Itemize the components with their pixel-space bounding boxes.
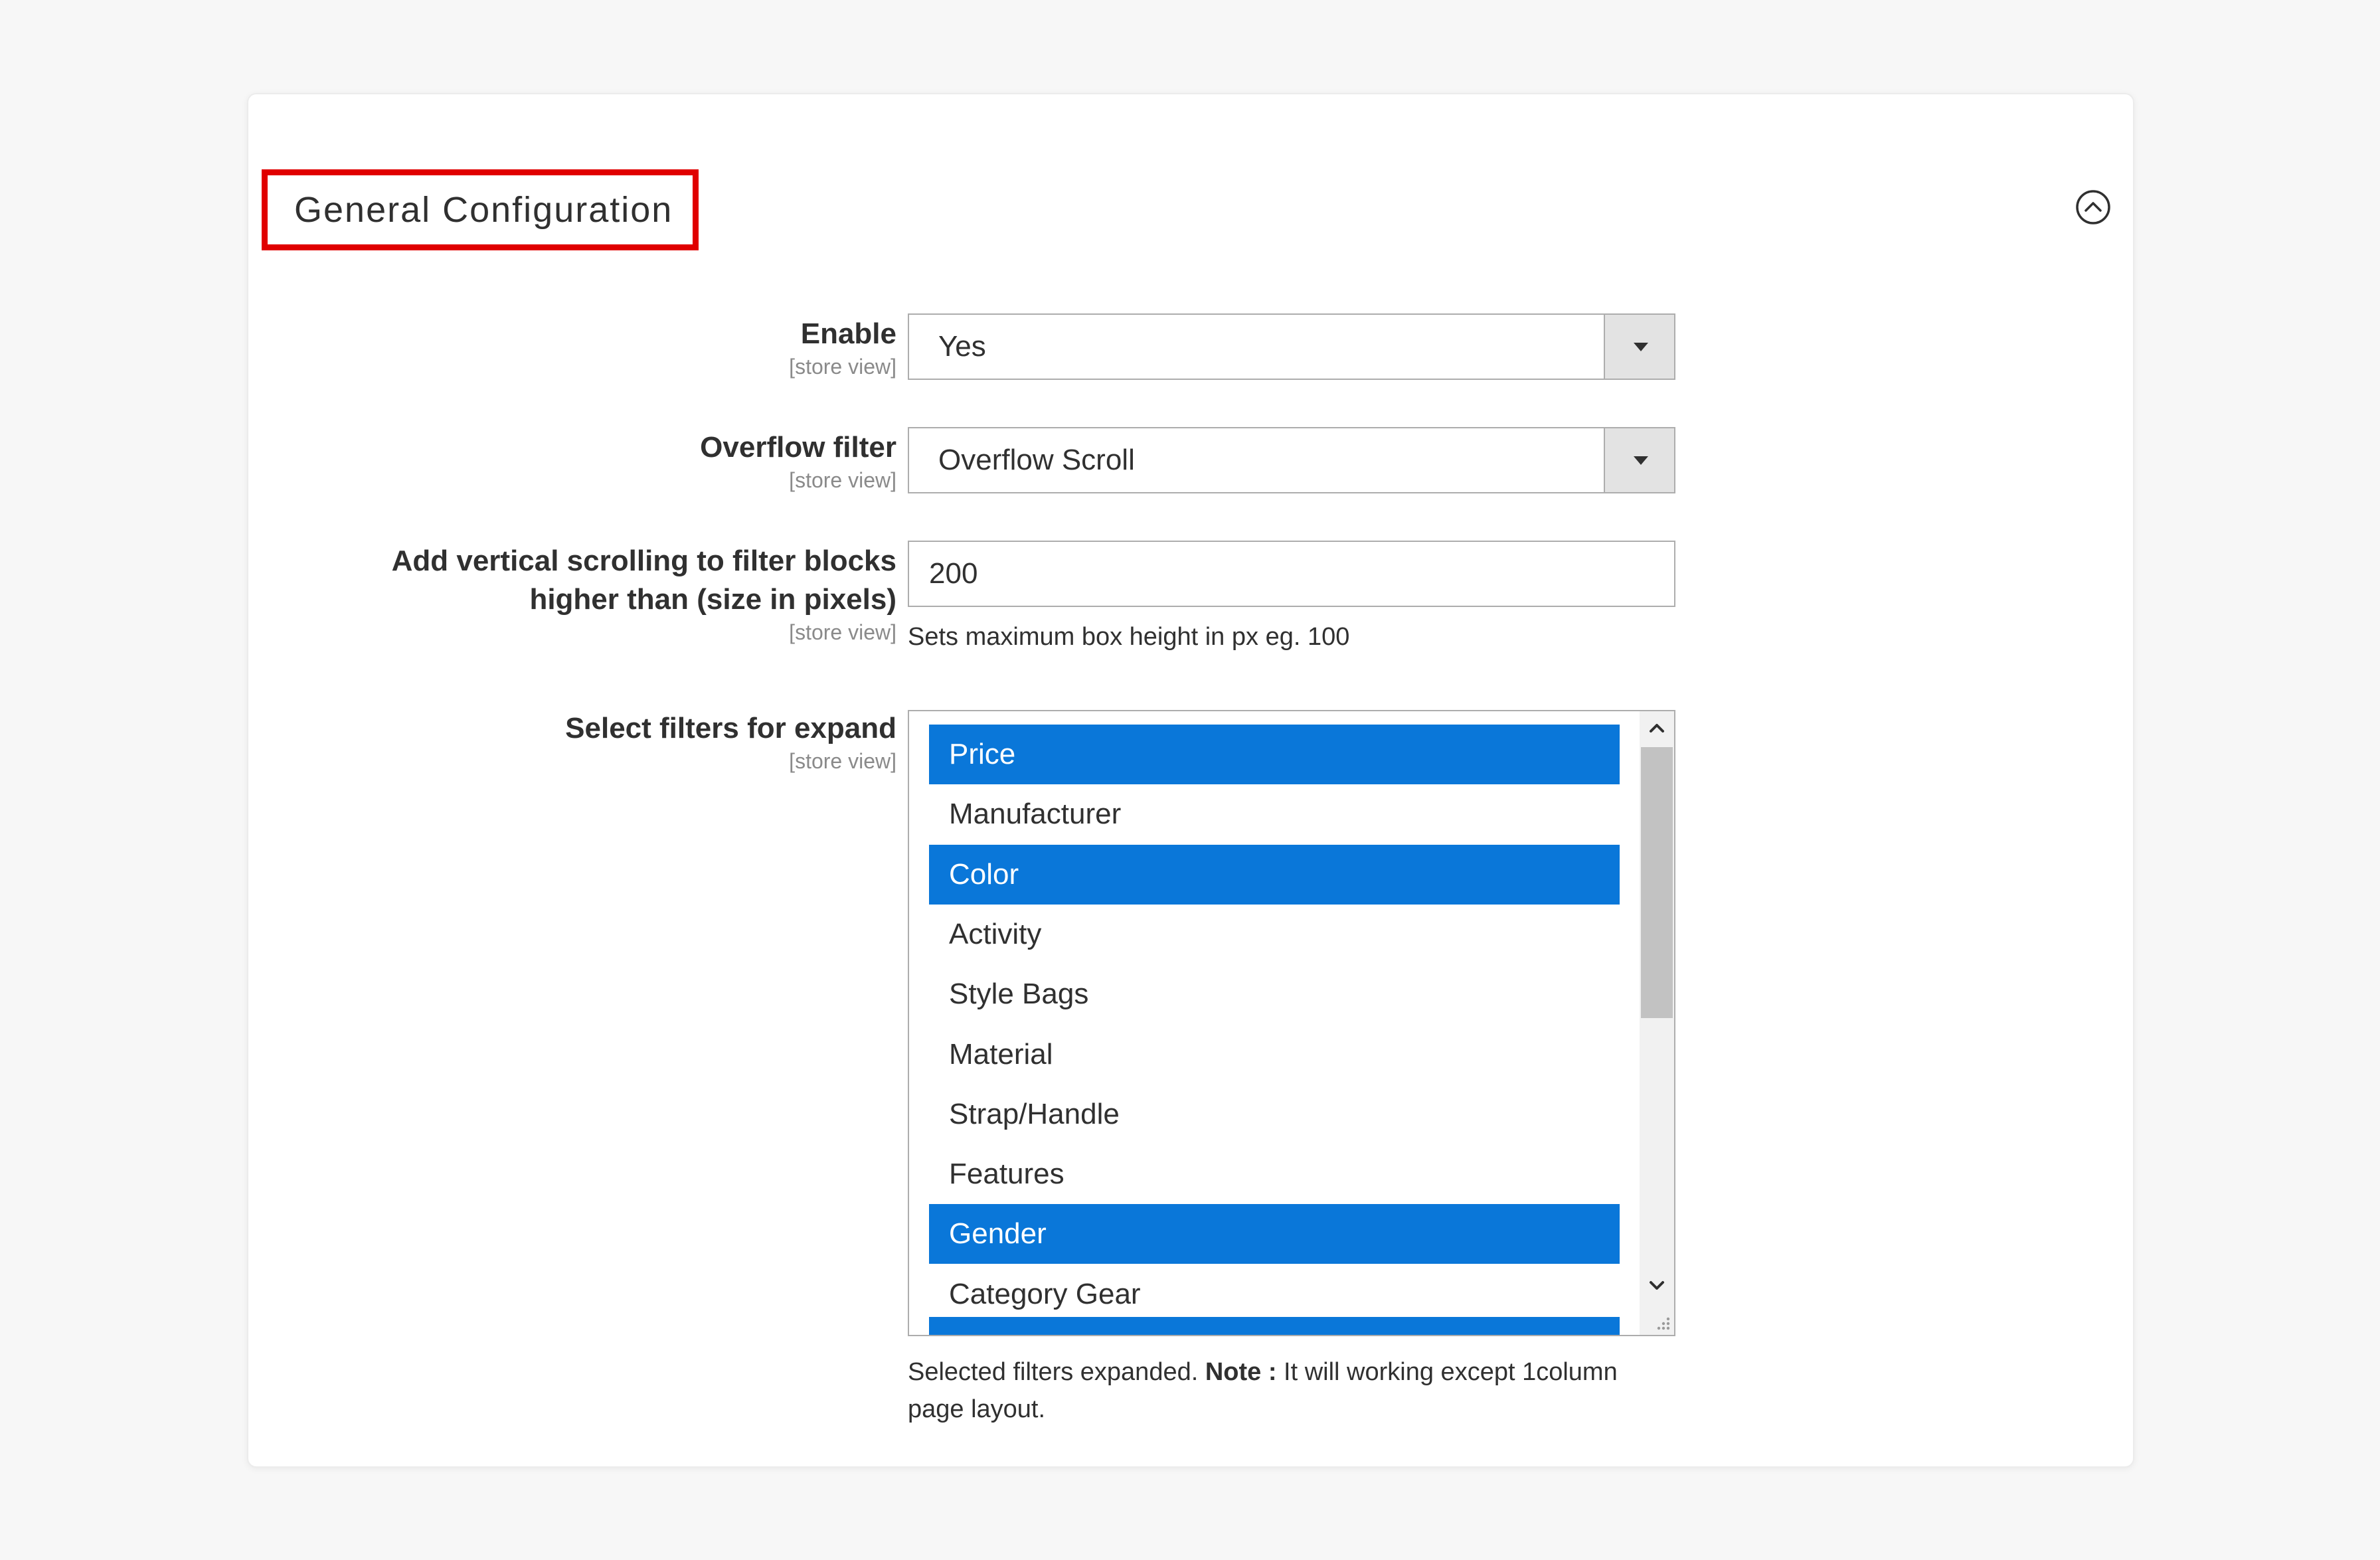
scrollbar[interactable] [1640,711,1674,1335]
scroll-height-scope: [store view] [789,620,896,644]
filter-option[interactable]: Price [929,725,1620,784]
expand-note-bold: Note : [1205,1358,1277,1386]
expand-multiselect[interactable]: Price Manufacturer Color Activity Style Bags… [908,710,1675,1336]
overflow-scope: [store view] [789,468,896,492]
scroll-height-label-line2: higher than (size in pixels) [529,583,896,616]
filter-option[interactable]: Material [929,1025,1620,1084]
filter-option[interactable]: Features [929,1144,1620,1204]
scroll-height-label-block: Add vertical scrolling to filter blocks … [392,542,896,646]
partial-selected-option[interactable] [929,1317,1620,1335]
expand-note-prefix: Selected filters expanded. [908,1358,1205,1386]
scroll-thumb[interactable] [1641,747,1673,1018]
section-title-text: General Configuration [294,190,673,230]
expand-note-suffix: It will working except 1column [1276,1358,1618,1386]
triangle-down-icon[interactable] [1604,428,1674,492]
expand-label-block: Select filters for expand [store view] [565,709,896,774]
filter-option[interactable]: Style Bags [929,964,1620,1024]
chevron-up-icon[interactable] [1640,711,1674,746]
enable-select-value: Yes [938,330,986,363]
enable-label: Enable [800,317,896,350]
chevron-up-circle-icon[interactable] [2075,189,2111,225]
filter-option[interactable]: Color [929,844,1620,905]
resize-grip-icon[interactable] [1652,1312,1671,1332]
scroll-height-value: 200 [929,557,978,590]
filter-option[interactable]: Activity [929,905,1620,964]
enable-label-block: Enable [store view] [789,315,896,380]
overflow-select[interactable]: Overflow Scroll [908,427,1675,493]
triangle-down-icon[interactable] [1604,315,1674,379]
section-title[interactable]: General Configuration [262,169,699,250]
filter-option[interactable]: Manufacturer [929,784,1620,844]
filter-option[interactable]: Strap/Handle [929,1084,1620,1144]
enable-scope: [store view] [789,355,896,379]
scroll-height-input[interactable]: 200 [908,541,1675,607]
expand-note: Selected filters expanded. Note : It wil… [908,1353,1618,1428]
filter-option[interactable]: Gender [929,1204,1620,1264]
enable-select[interactable]: Yes [908,313,1675,380]
chevron-down-icon[interactable] [1640,1268,1674,1302]
overflow-label: Overflow filter [700,431,896,464]
scroll-height-label-line1: Add vertical scrolling to filter blocks [391,545,896,577]
filter-option[interactable]: Category Gear [929,1264,1620,1324]
overflow-select-value: Overflow Scroll [938,444,1135,476]
scroll-height-hint: Sets maximum box height in px eg. 100 [908,623,1350,651]
config-card: General Configuration Enable [store view… [247,93,2134,1468]
expand-note-line2: page layout. [908,1395,1046,1423]
overflow-label-block: Overflow filter [store view] [700,428,896,493]
expand-label: Select filters for expand [565,712,896,744]
expand-scope: [store view] [789,749,896,773]
